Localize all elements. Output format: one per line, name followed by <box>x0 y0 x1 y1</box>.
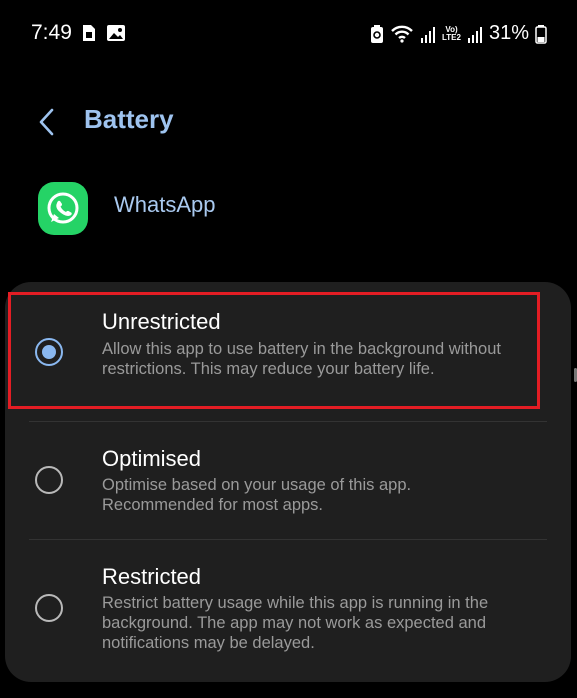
radio-optimised[interactable] <box>35 466 63 494</box>
image-icon <box>107 25 125 41</box>
back-button[interactable] <box>30 104 66 140</box>
app-name: WhatsApp <box>114 192 216 217</box>
chevron-left-icon <box>39 108 54 136</box>
option-optimised[interactable]: Optimised Optimise based on your usage o… <box>5 432 571 537</box>
sim-card-icon <box>83 25 95 41</box>
volte-icon: Vo) LTE2 <box>442 25 461 42</box>
battery-saver-icon <box>371 24 383 43</box>
battery-icon <box>535 24 547 44</box>
divider <box>29 421 547 422</box>
option-description: Optimise based on your usage of this app… <box>102 476 412 514</box>
divider <box>29 539 547 540</box>
highlight-box <box>8 292 540 409</box>
radio-restricted[interactable] <box>35 594 63 622</box>
lte-label: LTE2 <box>442 32 461 42</box>
status-right-icons: Vo) LTE2 31% <box>370 22 547 45</box>
battery-percent: 31% <box>488 22 529 44</box>
page-title: Battery <box>84 104 174 134</box>
header: Battery <box>0 92 577 152</box>
option-description: Restrict battery usage while this app is… <box>102 594 489 652</box>
signal-icon <box>421 26 435 43</box>
wifi-icon <box>391 25 413 43</box>
option-restricted[interactable]: Restricted Restrict battery usage while … <box>5 550 571 675</box>
option-title: Restricted <box>102 564 202 589</box>
status-time: 7:49 <box>31 21 72 44</box>
signal-icon <box>467 26 482 43</box>
whatsapp-icon <box>38 182 88 235</box>
option-title: Optimised <box>102 446 202 471</box>
status-bar: 7:49 Vo) LTE2 31% <box>0 0 577 66</box>
status-left-icons <box>80 23 126 43</box>
